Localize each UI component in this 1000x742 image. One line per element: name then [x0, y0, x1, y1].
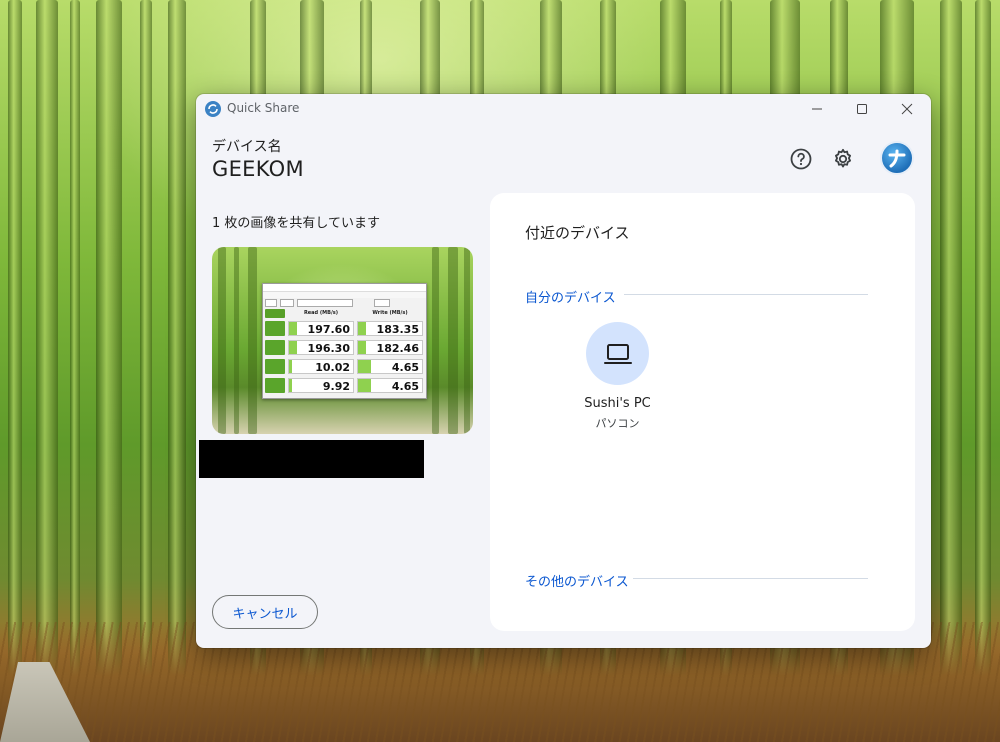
minimize-button[interactable] — [794, 94, 840, 124]
device-name-label: デバイス名 — [212, 139, 282, 155]
device-name-sushis-pc: Sushi's PC — [584, 396, 651, 411]
maximize-button[interactable] — [839, 94, 885, 124]
benchmark-window-thumbnail: Read (MB/s) Write (MB/s) 197.60 183.35 1… — [262, 283, 427, 399]
help-button[interactable] — [787, 145, 815, 173]
avatar-icon — [888, 149, 906, 168]
benchmark-row: 196.30 182.46 — [263, 338, 426, 356]
gear-icon — [835, 148, 851, 168]
help-icon — [790, 148, 812, 170]
nearby-devices-panel: 付近のデバイス 自分のデバイス Sushi's PC パソコン その他のデバイス — [490, 193, 915, 631]
minimize-icon — [812, 108, 822, 110]
benchmark-row: 10.02 4.65 — [263, 357, 426, 375]
close-button[interactable] — [884, 94, 930, 124]
title-bar: Quick Share — [196, 94, 931, 124]
nearby-devices-title: 付近のデバイス — [525, 224, 630, 242]
window-title: Quick Share — [227, 101, 300, 115]
quick-share-app-icon — [205, 101, 221, 117]
section-divider — [624, 294, 868, 295]
own-devices-section-title: 自分のデバイス — [525, 291, 616, 306]
settings-button[interactable] — [829, 145, 857, 173]
account-avatar[interactable] — [880, 141, 914, 175]
laptop-icon — [603, 343, 632, 364]
benchmark-row: 9.92 4.65 — [263, 376, 426, 394]
other-devices-section-title: その他のデバイス — [525, 575, 629, 590]
section-divider — [633, 578, 868, 579]
cancel-button[interactable]: キャンセル — [212, 595, 318, 629]
device-type-sushis-pc: パソコン — [595, 417, 640, 430]
device-name: GEEKOM — [212, 157, 304, 181]
maximize-icon — [857, 104, 867, 114]
quick-share-window: Quick Share デバイス名 GEEKOM 1 枚の画像を共有しています … — [196, 94, 931, 648]
read-column-header: Read (MB/s) — [303, 310, 339, 316]
close-icon — [901, 103, 913, 115]
share-status-text: 1 枚の画像を共有しています — [212, 216, 381, 231]
device-tile-sushis-pc[interactable] — [586, 322, 649, 385]
benchmark-row: 197.60 183.35 — [263, 319, 426, 337]
searching-spinner — [680, 646, 720, 648]
shared-image-preview: Read (MB/s) Write (MB/s) 197.60 183.35 1… — [212, 247, 473, 434]
write-column-header: Write (MB/s) — [372, 310, 408, 316]
redacted-filename — [199, 440, 424, 478]
sync-icon — [680, 646, 720, 648]
